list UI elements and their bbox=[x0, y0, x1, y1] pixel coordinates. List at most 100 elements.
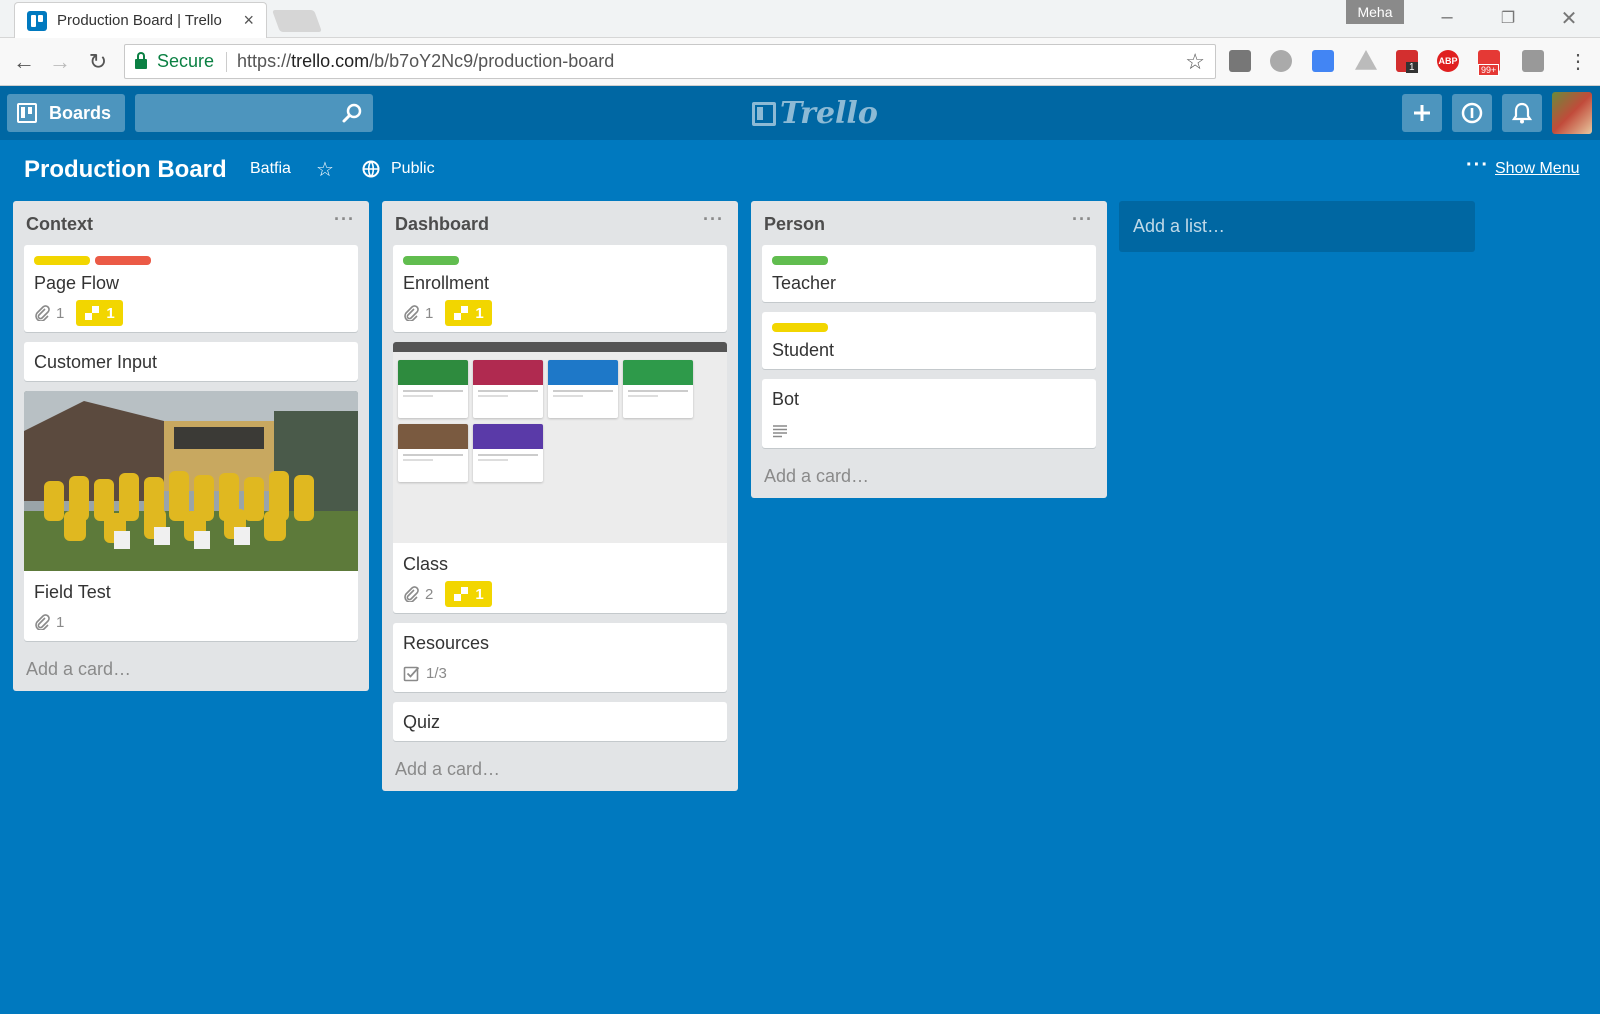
attachment-badge: 1 bbox=[34, 305, 64, 322]
extension-evernote-icon[interactable] bbox=[1229, 50, 1251, 72]
list-context: Context ··· Page Flow 1 1 Customer Input bbox=[13, 201, 369, 691]
checklist-badge: 1/3 bbox=[403, 665, 447, 682]
browser-tab[interactable]: Production Board | Trello × bbox=[14, 2, 267, 38]
attachment-badge: 1 bbox=[34, 614, 64, 631]
add-card-button[interactable]: Add a card… bbox=[764, 458, 1094, 498]
card-title: Quiz bbox=[403, 712, 441, 732]
list-title[interactable]: Context bbox=[26, 214, 93, 235]
add-card-button[interactable]: Add a card… bbox=[395, 751, 725, 791]
list-dashboard: Dashboard ··· Enrollment 1 1 Class 2 1 R… bbox=[382, 201, 738, 791]
paperclip-icon bbox=[404, 305, 419, 321]
create-button[interactable] bbox=[1402, 94, 1442, 132]
list-header[interactable]: Person ··· bbox=[751, 201, 1107, 245]
minimize-icon[interactable]: – bbox=[1432, 6, 1462, 29]
extension-drive-icon[interactable] bbox=[1355, 50, 1377, 70]
search-input[interactable] bbox=[143, 94, 333, 132]
card-page-flow[interactable]: Page Flow 1 1 bbox=[24, 245, 358, 332]
card-labels bbox=[34, 256, 348, 265]
new-tab-button[interactable] bbox=[271, 10, 323, 32]
label-green bbox=[403, 256, 459, 265]
card-customer-input[interactable]: Customer Input bbox=[24, 342, 358, 381]
forward-icon[interactable]: → bbox=[46, 48, 74, 76]
notify-badge: 99+ bbox=[1478, 64, 1500, 76]
card-teacher[interactable]: Teacher bbox=[762, 245, 1096, 302]
list-title[interactable]: Person bbox=[764, 214, 825, 235]
avatar[interactable] bbox=[1552, 92, 1592, 134]
attachment-count: 2 bbox=[425, 585, 434, 603]
trello-logo[interactable]: Trello bbox=[752, 96, 878, 131]
info-button[interactable] bbox=[1452, 94, 1492, 132]
card-enrollment[interactable]: Enrollment 1 1 bbox=[393, 245, 727, 332]
card-resources[interactable]: Resources 1/3 bbox=[393, 623, 727, 692]
show-menu-link[interactable]: Show Menu bbox=[1495, 160, 1580, 178]
board-visibility[interactable]: Public bbox=[391, 160, 435, 178]
url-host: trello.com bbox=[291, 51, 370, 71]
search-box[interactable] bbox=[135, 94, 373, 132]
tab-close-icon[interactable]: × bbox=[243, 10, 254, 31]
reload-icon[interactable]: ↻ bbox=[84, 48, 112, 76]
card-title: Page Flow bbox=[34, 273, 120, 293]
url-path: /b/b7oY2Nc9/production-board bbox=[369, 51, 615, 71]
checker-icon bbox=[85, 306, 100, 320]
info-icon bbox=[1461, 102, 1483, 124]
group-photo-image bbox=[24, 391, 358, 571]
card-field-test[interactable]: Field Test 1 bbox=[24, 391, 358, 641]
chrome-menu-icon[interactable]: ⋮ bbox=[1564, 48, 1592, 76]
close-window-icon[interactable]: ✕ bbox=[1554, 6, 1584, 31]
card-title: Enrollment bbox=[403, 273, 490, 293]
extension-notify-icon[interactable]: 99+ bbox=[1478, 50, 1500, 76]
search-icon[interactable] bbox=[341, 102, 363, 124]
attachment-badge: 1 bbox=[403, 305, 433, 322]
trello-header: Boards Trello bbox=[0, 86, 1600, 140]
card-badges: 1 bbox=[34, 611, 348, 633]
menu-dots-icon[interactable]: ··· bbox=[1466, 154, 1489, 177]
thumbnail-course-card bbox=[623, 360, 693, 418]
yellow-badge-count: 1 bbox=[475, 585, 484, 603]
globe-icon[interactable] bbox=[362, 160, 380, 178]
notifications-button[interactable] bbox=[1502, 94, 1542, 132]
thumbnail-course-card bbox=[398, 360, 468, 418]
card-title: Teacher bbox=[772, 273, 837, 293]
card-class[interactable]: Class 2 1 bbox=[393, 342, 727, 613]
address-bar[interactable]: Secure https://trello.com/b/b7oY2Nc9/pro… bbox=[124, 44, 1216, 79]
bookmark-star-icon[interactable]: ☆ bbox=[1185, 49, 1205, 75]
lock-icon bbox=[135, 52, 147, 69]
extension-abp-icon[interactable]: ABP bbox=[1437, 50, 1459, 72]
tab-title: Production Board | Trello bbox=[57, 12, 222, 29]
card-labels bbox=[772, 323, 1086, 332]
board-icon bbox=[17, 103, 37, 123]
card-title: Bot bbox=[772, 389, 800, 409]
description-icon bbox=[773, 425, 787, 438]
logo-text: Trello bbox=[780, 96, 878, 131]
card-title: Field Test bbox=[34, 582, 111, 602]
extension-globe-icon[interactable] bbox=[1270, 50, 1292, 72]
list-menu-icon[interactable]: ··· bbox=[1072, 209, 1093, 230]
add-card-button[interactable]: Add a card… bbox=[26, 651, 356, 691]
board-star-icon[interactable]: ☆ bbox=[316, 157, 334, 182]
board-team[interactable]: Batfia bbox=[250, 160, 291, 178]
list-title[interactable]: Dashboard bbox=[395, 214, 489, 235]
secure-label: Secure bbox=[157, 51, 215, 71]
boards-button[interactable]: Boards bbox=[7, 94, 125, 132]
bell-icon bbox=[1512, 102, 1532, 124]
extension-mail-icon[interactable]: 1 bbox=[1396, 50, 1418, 73]
card-bot[interactable]: Bot bbox=[762, 379, 1096, 448]
back-icon[interactable]: ← bbox=[10, 48, 38, 76]
trello-favicon-icon bbox=[27, 10, 47, 31]
card-quiz[interactable]: Quiz bbox=[393, 702, 727, 741]
list-menu-icon[interactable]: ··· bbox=[334, 209, 355, 230]
list-header[interactable]: Context ··· bbox=[13, 201, 369, 245]
checker-icon bbox=[454, 306, 469, 320]
label-yellow bbox=[772, 323, 828, 332]
add-list-button[interactable]: Add a list… bbox=[1119, 201, 1475, 252]
extension-misc-icon[interactable] bbox=[1522, 50, 1544, 72]
board-title[interactable]: Production Board bbox=[24, 156, 227, 184]
attachment-count: 1 bbox=[425, 304, 434, 322]
restore-icon[interactable]: ❐ bbox=[1493, 8, 1523, 28]
extension-translate-icon[interactable] bbox=[1312, 50, 1334, 72]
boards-label: Boards bbox=[49, 102, 112, 123]
profile-chip[interactable]: Meha bbox=[1346, 0, 1404, 24]
list-header[interactable]: Dashboard ··· bbox=[382, 201, 738, 245]
card-student[interactable]: Student bbox=[762, 312, 1096, 369]
list-menu-icon[interactable]: ··· bbox=[703, 209, 724, 230]
